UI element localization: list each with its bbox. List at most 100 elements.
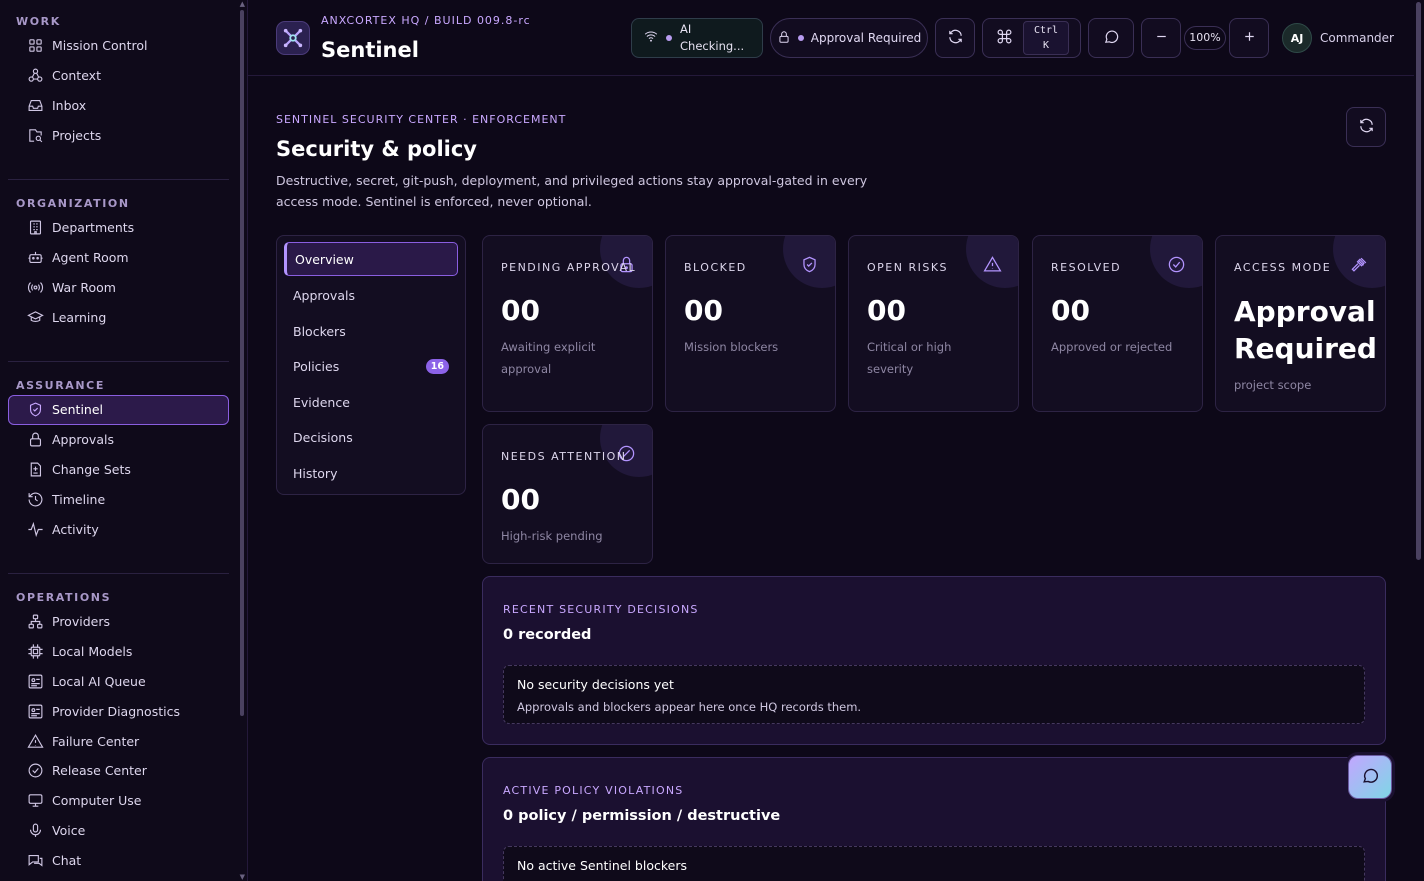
sidebar-item-war-room[interactable]: War Room (8, 273, 229, 303)
card-value: 00 (501, 294, 540, 327)
user-name[interactable]: Commander (1320, 31, 1394, 45)
count-badge: 16 (425, 359, 449, 375)
zoom-out-button[interactable] (1141, 18, 1181, 58)
scroll-up-arrow-icon[interactable]: ▲ (240, 0, 245, 8)
sidebar-scrollbar[interactable] (240, 10, 244, 716)
sidebar-item-computer-use[interactable]: Computer Use (8, 786, 229, 816)
refresh-section-button[interactable] (1346, 107, 1386, 147)
sidebar-item-label: Approvals (52, 432, 114, 448)
zoom-in-button[interactable] (1229, 18, 1269, 58)
messages-button[interactable] (1088, 18, 1134, 58)
subnav-approvals[interactable]: Approvals (284, 278, 458, 314)
sidebar-item-local-ai-queue[interactable]: Local AI Queue (8, 667, 229, 697)
top-header: ANXCORTEX HQ / BUILD 009.8-rc Sentinel A… (248, 0, 1414, 76)
stat-card-pending-approval[interactable]: PENDING APPROVAL 00 Awaiting explicit ap… (482, 235, 653, 412)
sidebar-item-approvals[interactable]: Approvals (8, 425, 229, 455)
subnav-evidence[interactable]: Evidence (284, 385, 458, 421)
card-subtext: Mission blockers (684, 340, 779, 354)
sidebar-item-learning[interactable]: Learning (8, 302, 229, 332)
refresh-icon (1358, 117, 1375, 138)
queue-icon (26, 672, 44, 690)
stat-card-blocked[interactable]: BLOCKED 00 Mission blockers (665, 235, 836, 412)
sidebar-item-inbox[interactable]: Inbox (8, 91, 229, 121)
hub-icon (26, 67, 44, 85)
sidebar-item-local-models[interactable]: Local Models (8, 637, 229, 667)
sentinel-subnav: Overview Approvals Blockers Policies 16 E… (276, 235, 466, 495)
sidebar-item-agent-room[interactable]: Agent Room (8, 243, 229, 273)
sidebar-item-change-sets[interactable]: Change Sets (8, 455, 229, 485)
gavel-icon (1350, 255, 1369, 278)
sidebar-section-work: WORK Mission Control Context Inbox Proje… (0, 13, 238, 150)
sidebar-item-label: Providers (52, 614, 110, 630)
subnav-overview[interactable]: Overview (284, 242, 458, 276)
avatar[interactable]: AJ (1282, 23, 1312, 53)
sidebar-item-label: Mission Control (52, 38, 148, 54)
sidebar-item-chat[interactable]: Chat (8, 845, 229, 875)
sidebar-item-release-center[interactable]: Release Center (8, 756, 229, 786)
shortcut-key: Ctrl K (1023, 21, 1070, 55)
status-dot (797, 35, 804, 41)
ai-status-indicator[interactable]: AI Checking... (631, 18, 763, 58)
subnav-history[interactable]: History (284, 456, 458, 492)
sidebar-item-providers[interactable]: Providers (8, 607, 229, 637)
sidebar-item-sentinel[interactable]: Sentinel (8, 395, 229, 425)
sidebar-heading: ASSURANCE (16, 379, 105, 392)
sidebar-item-timeline[interactable]: Timeline (8, 484, 229, 514)
subnav-blockers[interactable]: Blockers (284, 314, 458, 350)
section-title: Security & policy (276, 137, 477, 161)
sidebar-item-label: Local Models (52, 644, 133, 660)
stat-card-resolved[interactable]: RESOLVED 00 Approved or rejected (1032, 235, 1203, 412)
sidebar-item-provider-diagnostics[interactable]: Provider Diagnostics (8, 696, 229, 726)
stat-card-needs-attention[interactable]: NEEDS ATTENTION 00 High-risk pending (482, 424, 653, 564)
stat-card-access-mode[interactable]: ACCESS MODE Approval Required project sc… (1215, 235, 1386, 412)
sidebar-divider (8, 361, 229, 362)
sidebar-item-voice[interactable]: Voice (8, 816, 229, 846)
command-palette-button[interactable]: Ctrl K (982, 18, 1081, 58)
refresh-button[interactable] (935, 18, 975, 58)
sidebar-item-label: War Room (52, 279, 116, 295)
subnav-decisions[interactable]: Decisions (284, 420, 458, 456)
sidebar-item-mission-control[interactable]: Mission Control (8, 31, 229, 61)
sidebar-item-context[interactable]: Context (8, 61, 229, 91)
subnav-policies[interactable]: Policies 16 (284, 349, 458, 385)
sidebar-item-label: Sentinel (52, 402, 104, 418)
status-dot (666, 35, 672, 41)
shield-icon (26, 401, 44, 419)
card-value: 00 (1051, 294, 1090, 327)
chat-fab-button[interactable] (1348, 755, 1392, 799)
network-icon (26, 613, 44, 631)
card-label: BLOCKED (684, 261, 747, 274)
empty-state: No active Sentinel blockers (503, 846, 1365, 881)
empty-state-title: No security decisions yet (517, 677, 674, 692)
card-subtext: Critical or high severity (867, 340, 952, 376)
sidebar-item-label: Chat (52, 852, 82, 868)
refresh-icon (947, 28, 964, 49)
panel-title: 0 policy / permission / destructive (503, 808, 781, 824)
sidebar-item-label: Timeline (52, 491, 106, 507)
ai-status-line1: AI (680, 22, 692, 36)
sidebar-item-failure-center[interactable]: Failure Center (8, 726, 229, 756)
card-label: PENDING APPROVAL (501, 261, 637, 274)
wifi-icon (644, 29, 658, 47)
history-icon (26, 490, 44, 508)
approval-mode-button[interactable]: Approval Required (770, 18, 928, 58)
panel-eyebrow: RECENT SECURITY DECISIONS (503, 603, 699, 616)
scroll-down-arrow-icon[interactable]: ▼ (240, 873, 245, 881)
chip-icon (26, 643, 44, 661)
sidebar-item-label: Failure Center (52, 733, 140, 749)
recent-decisions-panel: RECENT SECURITY DECISIONS 0 recorded No … (482, 576, 1386, 745)
sidebar-item-departments[interactable]: Departments (8, 213, 229, 243)
building-icon (26, 219, 44, 237)
broadcast-icon (26, 278, 44, 296)
inbox-icon (26, 96, 44, 114)
sidebar-item-projects[interactable]: Projects (8, 120, 229, 150)
sidebar-item-activity[interactable]: Activity (8, 514, 229, 544)
app-logo[interactable] (276, 21, 310, 55)
stat-card-open-risks[interactable]: OPEN RISKS 00 Critical or high severity (848, 235, 1019, 412)
chat-icon (26, 851, 44, 869)
pulse-icon (26, 520, 44, 538)
subnav-label: Policies (293, 359, 340, 375)
sidebar-divider (8, 179, 229, 180)
main-scrollbar[interactable] (1416, 2, 1421, 560)
sidebar-item-label: Release Center (52, 763, 147, 779)
